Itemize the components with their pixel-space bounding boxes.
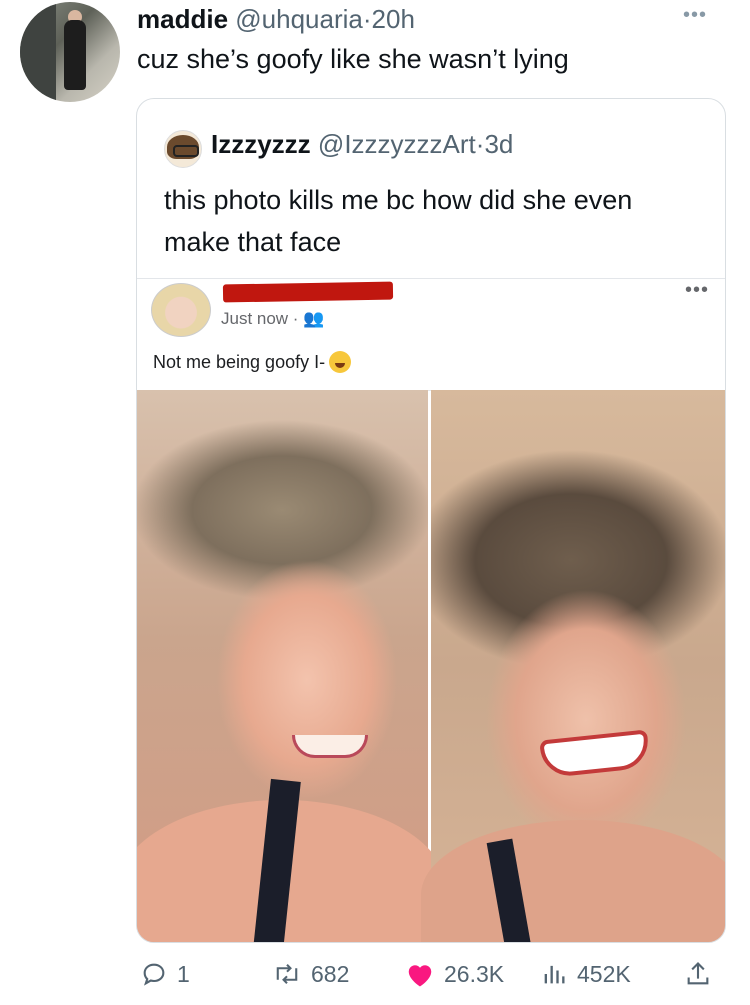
quoted-author-avatar — [164, 130, 202, 168]
reply-icon — [143, 963, 165, 986]
reply-button[interactable]: 1 — [140, 960, 190, 988]
fb-time-label: Just now · — [221, 309, 299, 328]
views-button[interactable]: 452K — [540, 960, 631, 988]
photo-smiling[interactable] — [137, 390, 447, 942]
share-button[interactable] — [684, 960, 721, 988]
like-count: 26.3K — [444, 960, 505, 987]
photo-smile — [292, 735, 368, 758]
quoted-time: 3d — [484, 129, 514, 159]
fb-more-icon: ••• — [685, 279, 710, 301]
quoted-author-handle: @IzzzyzzzArt — [317, 129, 476, 159]
heart-icon — [408, 965, 432, 987]
retweet-count: 682 — [311, 960, 350, 987]
tweet-text: cuz she’s goofy like she wasn’t lying — [137, 44, 569, 74]
redacted-name — [222, 281, 394, 303]
tweet-header: maddie @uhquaria·20h — [137, 4, 415, 35]
views-icon — [544, 965, 565, 984]
fb-post-text: Not me being goofy I- — [153, 351, 352, 373]
reply-count: 1 — [177, 960, 190, 987]
author-avatar[interactable] — [20, 2, 120, 102]
tweet-time[interactable]: 20h — [372, 4, 415, 34]
quoted-header: Izzzyzzz @IzzzyzzzArt·3d — [211, 129, 513, 160]
friends-icon: 👥 — [303, 309, 325, 328]
fb-post-time: Just now · 👥 — [221, 309, 324, 329]
quoted-author-name: Izzzyzzz — [211, 129, 311, 159]
quoted-text: this photo kills me bc how did she even … — [164, 185, 633, 257]
more-options-icon[interactable]: ••• — [683, 4, 707, 27]
author-name[interactable]: maddie — [137, 4, 228, 34]
fb-post-text-label: Not me being goofy I- — [153, 352, 326, 372]
share-icon — [687, 962, 709, 985]
header-separator: · — [362, 4, 372, 34]
view-count: 452K — [577, 960, 631, 987]
author-handle[interactable]: @uhquaria — [235, 4, 363, 34]
photo-shoulders — [421, 820, 725, 942]
retweet-button[interactable]: 682 — [272, 960, 349, 988]
like-button[interactable]: 26.3K — [405, 960, 504, 988]
facebook-post-screenshot: Just now · 👥 ••• Not me being goofy I- — [137, 278, 725, 391]
avatar-figure — [64, 20, 86, 90]
quoted-tweet[interactable]: Izzzyzzz @IzzzyzzzArt·3d this photo kill… — [136, 98, 726, 943]
photo-goofy-face[interactable] — [421, 390, 725, 942]
action-bar: 1 682 26.3K 452K — [0, 950, 750, 1000]
fb-avatar — [151, 283, 211, 337]
photo-mouth — [539, 729, 651, 779]
laughing-emoji-icon — [329, 351, 352, 373]
avatar-glasses — [173, 145, 199, 157]
avatar-background — [20, 2, 56, 102]
retweet-icon — [276, 964, 298, 984]
